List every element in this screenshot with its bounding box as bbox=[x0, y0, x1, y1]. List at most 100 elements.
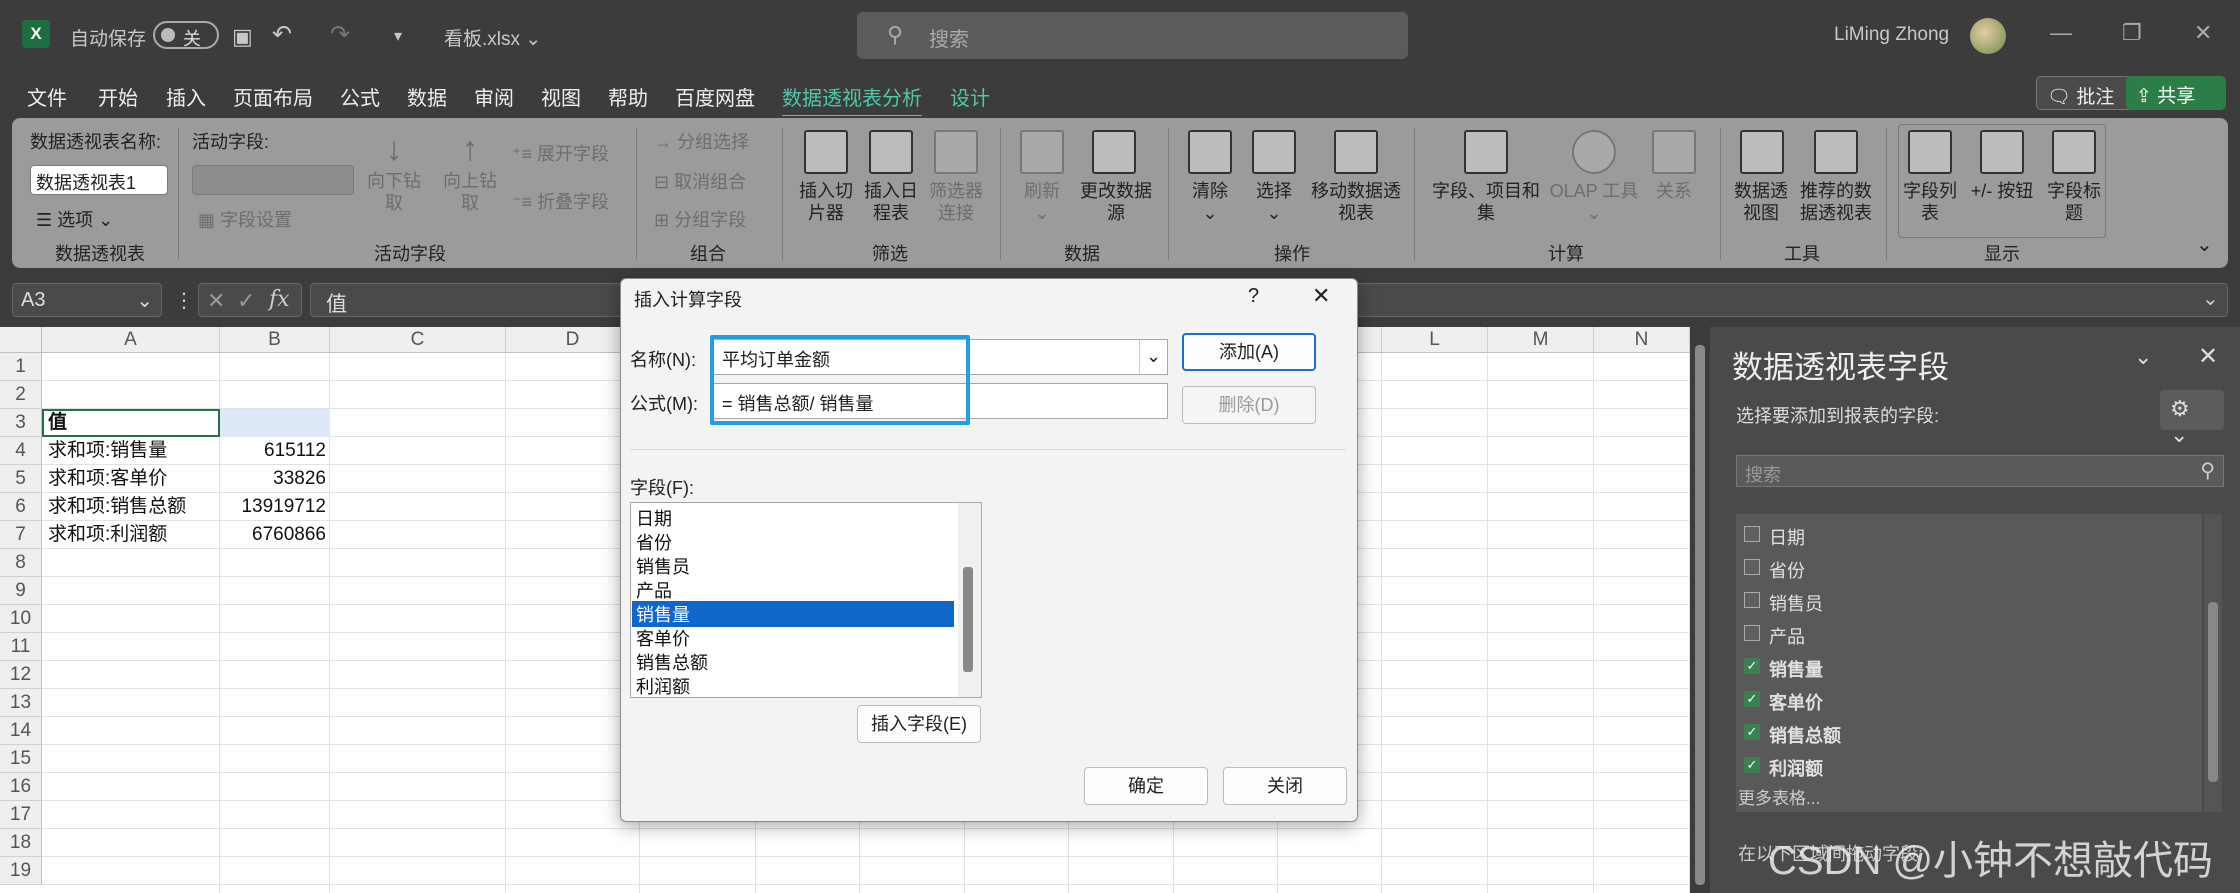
more-icon[interactable]: ⋮ bbox=[174, 288, 194, 313]
pane-field-label[interactable]: 利润额 bbox=[1769, 755, 1823, 781]
field-list-item[interactable]: 利润额 bbox=[636, 673, 690, 699]
field-settings-button[interactable]: ▦ 字段设置 bbox=[198, 206, 292, 232]
search-box[interactable]: ⚲ 搜索 bbox=[857, 12, 1408, 59]
row-header[interactable]: 15 bbox=[0, 745, 42, 773]
plus-minus-buttons-toggle[interactable]: +/- 按钮 bbox=[1964, 180, 2040, 202]
menu-design[interactable]: 设计 bbox=[950, 82, 990, 111]
cell-a5[interactable]: 求和项:客单价 bbox=[48, 465, 167, 493]
collapse-ribbon-icon[interactable]: ⌄ bbox=[2196, 232, 2213, 257]
olap-tools-button[interactable]: OLAP 工具 ⌄ bbox=[1546, 180, 1642, 224]
field-checkbox[interactable] bbox=[1744, 592, 1760, 608]
change-source-button[interactable]: 更改数据源 bbox=[1080, 180, 1152, 224]
clear-button[interactable]: 清除 ⌄ bbox=[1178, 180, 1242, 224]
cell-a6[interactable]: 求和项:销售总额 bbox=[48, 493, 186, 521]
menu-insert[interactable]: 插入 bbox=[166, 82, 206, 111]
insert-timeline-button[interactable]: 插入日程表 bbox=[859, 180, 923, 224]
pane-field-label[interactable]: 客单价 bbox=[1769, 689, 1823, 715]
field-checkbox[interactable]: ✓ bbox=[1744, 757, 1760, 773]
insert-field-button[interactable]: 插入字段(E) bbox=[857, 705, 981, 743]
drill-down-button[interactable]: ↓ 向下钻取 bbox=[360, 128, 428, 214]
menu-help[interactable]: 帮助 bbox=[608, 82, 648, 111]
add-button[interactable]: 添加(A) bbox=[1182, 333, 1316, 371]
cell-a7[interactable]: 求和项:利润额 bbox=[48, 521, 167, 549]
field-checkbox[interactable]: ✓ bbox=[1744, 658, 1760, 674]
field-checkbox[interactable] bbox=[1744, 625, 1760, 641]
cell-b7[interactable]: 6760866 bbox=[220, 521, 326, 549]
refresh-button[interactable]: 刷新 ⌄ bbox=[1010, 180, 1074, 224]
field-checkbox[interactable] bbox=[1744, 526, 1760, 542]
fields-scrollbar[interactable] bbox=[958, 503, 981, 697]
name-box[interactable]: A3 ⌄ bbox=[12, 283, 162, 317]
close-button[interactable]: 关闭 bbox=[1223, 767, 1347, 805]
pane-scrollbar[interactable] bbox=[2204, 514, 2222, 812]
column-header[interactable]: L bbox=[1382, 327, 1488, 353]
grid-scrollbar[interactable] bbox=[1690, 327, 1710, 893]
row-header[interactable]: 4 bbox=[0, 437, 42, 465]
filter-connections-button[interactable]: 筛选器连接 bbox=[924, 180, 988, 224]
pivotchart-button[interactable]: 数据透视图 bbox=[1728, 180, 1794, 224]
collapse-field-button[interactable]: ⁻≡ 折叠字段 bbox=[512, 188, 609, 214]
row-header[interactable]: 1 bbox=[0, 353, 42, 381]
fields-items-sets-button[interactable]: 字段、项目和集 bbox=[1428, 180, 1544, 224]
insert-function-icon[interactable]: fx bbox=[269, 287, 290, 312]
pane-field-label[interactable]: 日期 bbox=[1769, 524, 1805, 550]
minimize-icon[interactable]: — bbox=[2050, 20, 2072, 46]
menu-file[interactable]: 文件 bbox=[27, 82, 67, 111]
row-header[interactable]: 9 bbox=[0, 577, 42, 605]
menu-data[interactable]: 数据 bbox=[407, 82, 447, 111]
enter-icon[interactable]: ✓ bbox=[237, 288, 255, 314]
cell-b6[interactable]: 13919712 bbox=[220, 493, 326, 521]
field-checkbox[interactable]: ✓ bbox=[1744, 691, 1760, 707]
cell-b5[interactable]: 33826 bbox=[220, 465, 326, 493]
pane-field-label[interactable]: 销售员 bbox=[1769, 590, 1823, 616]
dialog-close-icon[interactable]: ✕ bbox=[1312, 283, 1330, 309]
pane-close-icon[interactable]: ✕ bbox=[2198, 342, 2218, 371]
menu-review[interactable]: 审阅 bbox=[474, 82, 514, 111]
row-header[interactable]: 12 bbox=[0, 661, 42, 689]
cell-a3-header[interactable]: 值 bbox=[48, 409, 67, 437]
row-header[interactable]: 14 bbox=[0, 717, 42, 745]
field-list-item[interactable]: 销售量 bbox=[632, 601, 954, 627]
column-header[interactable]: C bbox=[330, 327, 506, 353]
help-icon[interactable]: ? bbox=[1248, 285, 1259, 308]
expand-field-button[interactable]: ⁺≡ 展开字段 bbox=[512, 140, 609, 166]
column-header[interactable]: M bbox=[1488, 327, 1594, 353]
field-list-item[interactable]: 销售员 bbox=[636, 553, 690, 579]
row-header[interactable]: 8 bbox=[0, 549, 42, 577]
menu-baidu-netdisk[interactable]: 百度网盘 bbox=[675, 82, 755, 111]
pane-settings-gear-icon[interactable]: ⚙ ⌄ bbox=[2160, 390, 2224, 447]
cell-a4[interactable]: 求和项:销售量 bbox=[48, 437, 167, 465]
save-icon[interactable]: ▣ bbox=[232, 24, 253, 50]
menu-formulas[interactable]: 公式 bbox=[340, 82, 380, 111]
pane-search-input[interactable]: 搜索 ⚲ bbox=[1736, 455, 2224, 487]
field-headers-button[interactable]: 字段标题 bbox=[2044, 180, 2104, 224]
row-header[interactable]: 13 bbox=[0, 689, 42, 717]
menu-home[interactable]: 开始 bbox=[98, 82, 138, 111]
row-header[interactable]: 6 bbox=[0, 493, 42, 521]
row-header[interactable]: 11 bbox=[0, 633, 42, 661]
pt-name-input[interactable]: 数据透视表1 bbox=[30, 165, 168, 195]
field-list-item[interactable]: 产品 bbox=[636, 577, 672, 603]
restore-icon[interactable]: ❐ bbox=[2122, 20, 2142, 46]
row-header[interactable]: 3 bbox=[0, 409, 42, 437]
row-header[interactable]: 5 bbox=[0, 465, 42, 493]
cancel-icon[interactable]: ✕ bbox=[207, 288, 225, 314]
undo-icon[interactable]: ↶ bbox=[272, 20, 292, 49]
pane-field-label[interactable]: 产品 bbox=[1769, 623, 1805, 649]
field-list-item[interactable]: 日期 bbox=[636, 505, 672, 531]
drill-up-button[interactable]: ↑ 向上钻取 bbox=[436, 128, 504, 214]
file-name[interactable]: 看板.xlsx ⌄ bbox=[444, 24, 541, 51]
select-all-corner[interactable] bbox=[0, 327, 42, 353]
chevron-down-icon[interactable]: ⌄ bbox=[1139, 340, 1167, 374]
row-header[interactable]: 10 bbox=[0, 605, 42, 633]
field-list-item[interactable]: 客单价 bbox=[636, 625, 690, 651]
menu-view[interactable]: 视图 bbox=[541, 82, 581, 111]
row-header[interactable]: 18 bbox=[0, 829, 42, 857]
menu-page-layout[interactable]: 页面布局 bbox=[233, 82, 313, 111]
row-header[interactable]: 2 bbox=[0, 381, 42, 409]
avatar[interactable] bbox=[1970, 18, 2006, 54]
field-list-item[interactable]: 省份 bbox=[636, 529, 672, 555]
delete-button[interactable]: 删除(D) bbox=[1182, 386, 1316, 424]
cell-b4[interactable]: 615112 bbox=[220, 437, 326, 465]
group-field-button[interactable]: ⊞ 分组字段 bbox=[654, 206, 746, 232]
